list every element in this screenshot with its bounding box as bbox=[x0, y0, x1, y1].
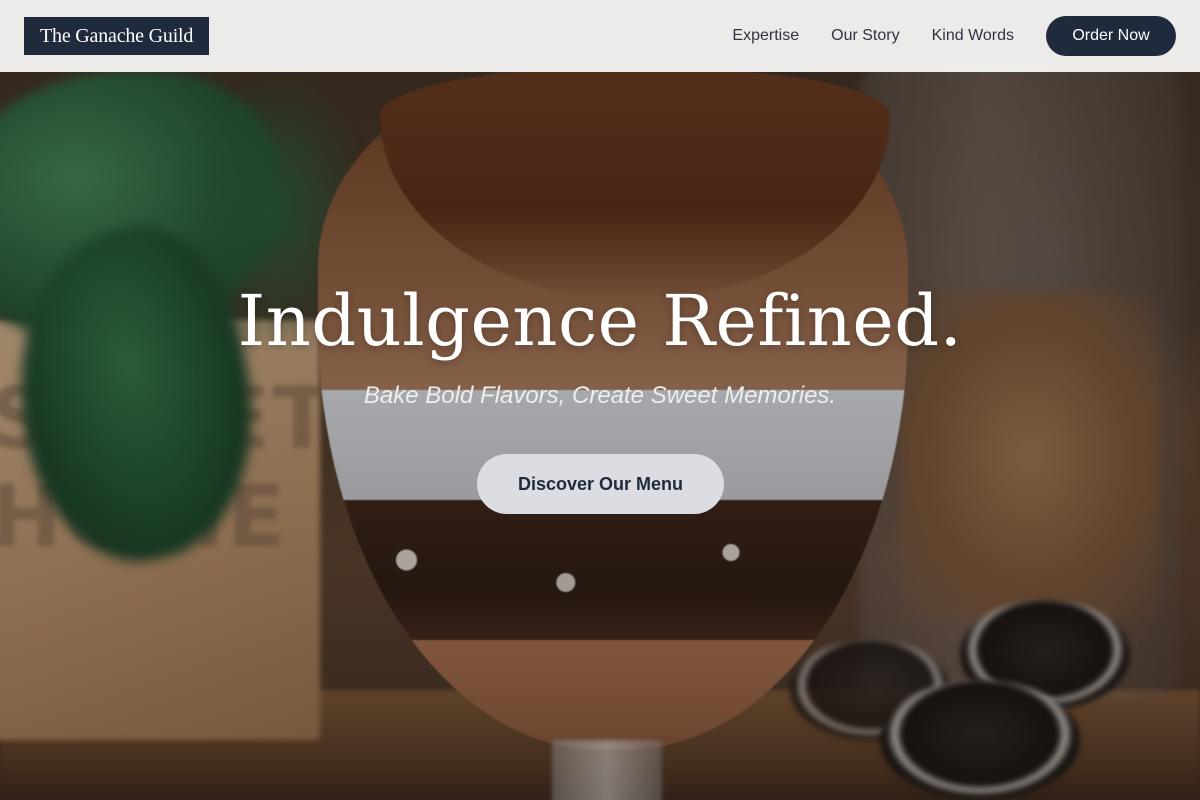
hero-subtitle: Bake Bold Flavors, Create Sweet Memories… bbox=[363, 382, 837, 409]
hero-title: Indulgence Refined. bbox=[237, 280, 963, 362]
hero-section: Indulgence Refined. Bake Bold Flavors, C… bbox=[0, 0, 1200, 800]
discover-menu-button[interactable]: Discover Our Menu bbox=[477, 454, 724, 514]
